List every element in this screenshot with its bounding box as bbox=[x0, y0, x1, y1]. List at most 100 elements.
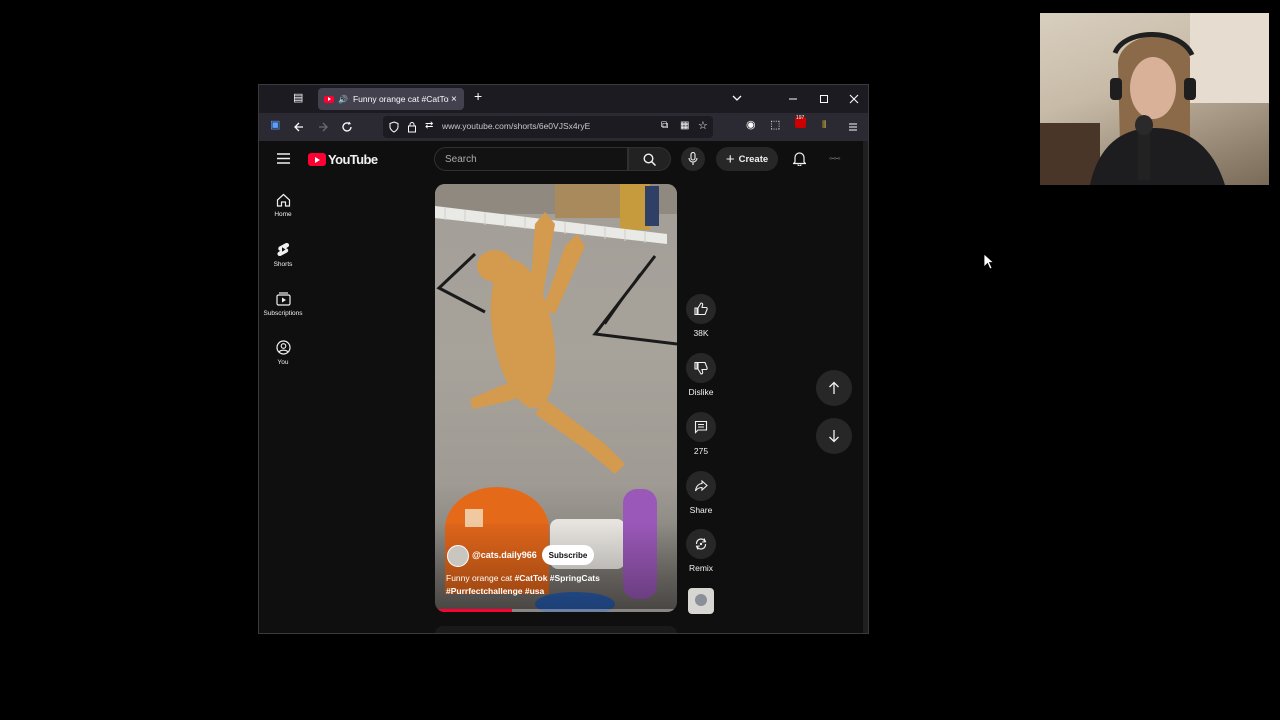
share-action[interactable]: Share bbox=[681, 471, 721, 515]
remix-action[interactable]: Remix bbox=[681, 529, 721, 573]
minimize-icon[interactable] bbox=[788, 94, 798, 104]
youtube-play-icon bbox=[308, 153, 326, 166]
comments-button[interactable] bbox=[686, 412, 716, 442]
extension-badge: 197 bbox=[796, 115, 805, 121]
thumbs-down-icon bbox=[694, 361, 708, 375]
subscribe-button[interactable]: Subscribe bbox=[542, 545, 594, 565]
share-button[interactable] bbox=[686, 471, 716, 501]
guide-menu-icon[interactable] bbox=[277, 153, 290, 164]
subscriptions-icon bbox=[275, 292, 291, 306]
tab-active[interactable]: 🔊 Funny orange cat #CatTok × bbox=[318, 88, 464, 110]
notifications-bell-icon[interactable] bbox=[793, 151, 806, 166]
create-label: Create bbox=[738, 153, 769, 165]
channel-avatar[interactable] bbox=[447, 545, 469, 567]
subscribe-label: Subscribe bbox=[548, 551, 588, 560]
sidebar-label-subscriptions: Subscriptions bbox=[263, 310, 303, 317]
like-count: 38K bbox=[693, 328, 709, 338]
sidebar-item-subscriptions[interactable]: Subscriptions bbox=[259, 291, 307, 317]
short-video-player[interactable]: @cats.daily966 Subscribe Funny orange ca… bbox=[435, 184, 677, 612]
extension-bars-icon[interactable]: ⦀ bbox=[822, 120, 826, 131]
youtube-logo-text: YouTube bbox=[328, 152, 378, 167]
plus-icon: + bbox=[725, 150, 735, 168]
create-button[interactable]: + Create bbox=[716, 147, 778, 171]
search-input[interactable]: Search bbox=[434, 147, 628, 171]
previous-short-button[interactable] bbox=[816, 370, 852, 406]
tab-list-chevron-icon[interactable] bbox=[732, 94, 742, 102]
reload-icon[interactable] bbox=[341, 121, 353, 133]
search-button[interactable] bbox=[628, 147, 671, 171]
share-arrow-icon bbox=[694, 479, 708, 492]
voice-search-button[interactable] bbox=[681, 147, 705, 171]
sidebar-label-home: Home bbox=[274, 211, 292, 218]
arrow-down-icon bbox=[829, 430, 839, 443]
hashtags-line-1[interactable]: #CatTok #SpringCats bbox=[515, 573, 600, 583]
bookmark-star-icon[interactable]: ☆ bbox=[698, 119, 708, 132]
webcam-overlay bbox=[1040, 13, 1269, 185]
url-bar[interactable]: ⇄ www.youtube.com/shorts/6e0VJSx4ryE ⧉ ▦… bbox=[383, 116, 713, 138]
progress-fill bbox=[435, 609, 513, 612]
comment-count: 275 bbox=[693, 446, 709, 456]
hashtags-line-2[interactable]: #Purrfectchallenge #usa bbox=[446, 586, 544, 596]
arrow-up-icon bbox=[829, 381, 839, 394]
account-icon[interactable]: ◉ bbox=[746, 118, 756, 131]
like-action[interactable]: 38K bbox=[681, 294, 721, 338]
remix-label: Remix bbox=[688, 563, 714, 573]
browser-window: ▤ 🔊 Funny orange cat #CatTok × + ▣ ⇄ www… bbox=[258, 84, 869, 634]
sidebar-item-shorts[interactable]: Shorts bbox=[259, 242, 307, 268]
navigation-bar: ▣ ⇄ www.youtube.com/shorts/6e0VJSx4ryE ⧉… bbox=[259, 113, 868, 141]
comments-action[interactable]: 275 bbox=[681, 412, 721, 456]
sidebar-item-home[interactable]: Home bbox=[259, 193, 307, 218]
speaker-icon[interactable]: 🔊 bbox=[338, 95, 348, 104]
youtube-logo[interactable]: YouTube bbox=[308, 152, 378, 167]
search-placeholder: Search bbox=[445, 154, 477, 165]
share-label: Share bbox=[689, 505, 713, 515]
back-icon[interactable] bbox=[293, 121, 305, 133]
close-window-icon[interactable] bbox=[849, 94, 859, 104]
tab-close-icon[interactable]: × bbox=[451, 94, 457, 105]
url-text: www.youtube.com/shorts/6e0VJSx4ryE bbox=[442, 121, 591, 131]
channel-name[interactable]: @cats.daily966 bbox=[472, 550, 537, 560]
home-icon bbox=[276, 193, 290, 207]
dislike-action[interactable]: Dislike bbox=[681, 353, 721, 397]
new-tab-button[interactable]: + bbox=[474, 88, 482, 104]
forward-icon[interactable] bbox=[317, 121, 329, 133]
you-account-icon bbox=[275, 340, 291, 355]
caption-text: Funny orange cat bbox=[446, 573, 515, 583]
sound-thumbnail[interactable] bbox=[688, 588, 714, 614]
maximize-icon[interactable] bbox=[819, 94, 829, 104]
app-menu-icon[interactable] bbox=[848, 122, 858, 132]
sidebar-label-you: You bbox=[277, 359, 289, 366]
lock-icon[interactable] bbox=[407, 121, 417, 133]
next-short-preview bbox=[435, 626, 677, 633]
like-button[interactable] bbox=[686, 294, 716, 324]
progress-track[interactable] bbox=[435, 609, 677, 612]
next-short-button[interactable] bbox=[816, 418, 852, 454]
picture-in-picture-icon[interactable]: ⧉ bbox=[661, 120, 668, 131]
youtube-page: YouTube Search + Create ◦-◦-◦ Home Short… bbox=[259, 141, 868, 633]
extensions-icon[interactable]: ⬚ bbox=[770, 118, 780, 131]
youtube-favicon-icon bbox=[324, 95, 334, 103]
avatar-loading-icon[interactable]: ◦-◦-◦ bbox=[829, 153, 841, 163]
video-caption: Funny orange cat #CatTok #SpringCats #Pu… bbox=[446, 572, 646, 598]
comment-icon bbox=[694, 420, 708, 434]
thumbs-up-icon bbox=[694, 302, 708, 316]
reader-view-icon[interactable]: ▦ bbox=[680, 120, 689, 131]
shorts-icon bbox=[276, 242, 289, 257]
tab-title: Funny orange cat #CatTok bbox=[352, 94, 449, 104]
mouse-cursor-icon bbox=[983, 253, 994, 270]
tracking-shield-icon[interactable] bbox=[389, 121, 399, 133]
microphone-icon bbox=[688, 152, 698, 165]
tab-bar: ▤ 🔊 Funny orange cat #CatTok × + bbox=[259, 85, 868, 113]
sidebar-item-you[interactable]: You bbox=[259, 340, 307, 366]
dislike-label: Dislike bbox=[688, 387, 714, 397]
sidebar-toggle-icon[interactable]: ▣ bbox=[270, 118, 280, 131]
search-icon bbox=[643, 153, 656, 166]
dislike-button[interactable] bbox=[686, 353, 716, 383]
remix-button[interactable] bbox=[686, 529, 716, 559]
tab-overview-icon[interactable]: ▤ bbox=[293, 91, 303, 104]
permissions-icon[interactable]: ⇄ bbox=[425, 120, 433, 131]
video-bottom-gradient bbox=[435, 522, 677, 612]
page-scrollbar[interactable] bbox=[863, 141, 868, 633]
remix-icon bbox=[695, 538, 707, 550]
webcam-person-image bbox=[1040, 13, 1269, 185]
